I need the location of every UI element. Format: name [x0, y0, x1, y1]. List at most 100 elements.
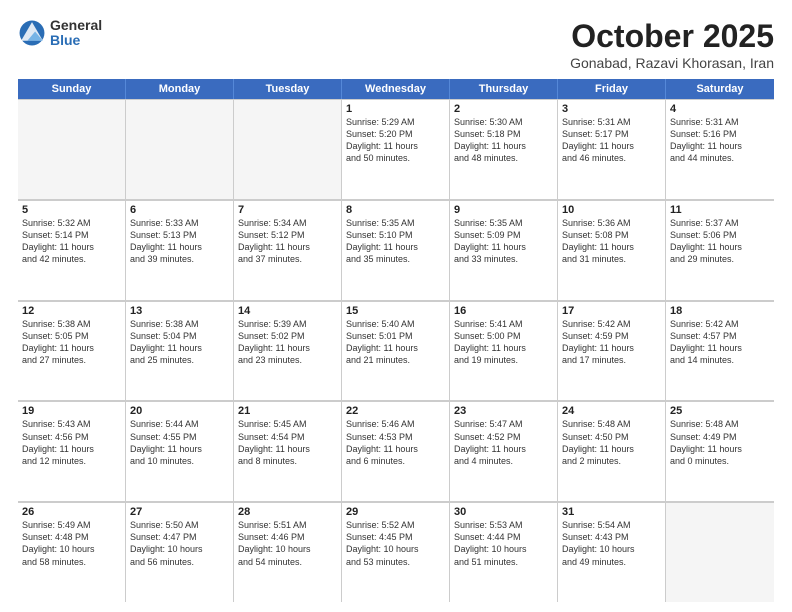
header-monday: Monday [126, 79, 234, 99]
calendar-cell [234, 99, 342, 199]
day-number: 5 [22, 204, 121, 216]
day-number: 10 [562, 204, 661, 216]
cell-content: Sunrise: 5:37 AM Sunset: 5:06 PM Dayligh… [670, 217, 770, 266]
day-number: 26 [22, 506, 121, 518]
cell-content: Sunrise: 5:36 AM Sunset: 5:08 PM Dayligh… [562, 217, 661, 266]
cell-content: Sunrise: 5:45 AM Sunset: 4:54 PM Dayligh… [238, 418, 337, 467]
header-friday: Friday [558, 79, 666, 99]
day-number: 3 [562, 103, 661, 115]
calendar-cell: 23Sunrise: 5:47 AM Sunset: 4:52 PM Dayli… [450, 401, 558, 501]
calendar-cell: 16Sunrise: 5:41 AM Sunset: 5:00 PM Dayli… [450, 301, 558, 401]
day-number: 2 [454, 103, 553, 115]
logo-icon [18, 19, 46, 47]
page: General Blue October 2025 Gonabad, Razav… [0, 0, 792, 612]
cell-content: Sunrise: 5:48 AM Sunset: 4:49 PM Dayligh… [670, 418, 770, 467]
cell-content: Sunrise: 5:38 AM Sunset: 5:04 PM Dayligh… [130, 318, 229, 367]
cell-content: Sunrise: 5:35 AM Sunset: 5:09 PM Dayligh… [454, 217, 553, 266]
calendar-cell: 17Sunrise: 5:42 AM Sunset: 4:59 PM Dayli… [558, 301, 666, 401]
day-number: 28 [238, 506, 337, 518]
day-number: 17 [562, 305, 661, 317]
calendar-cell: 2Sunrise: 5:30 AM Sunset: 5:18 PM Daylig… [450, 99, 558, 199]
calendar-cell: 20Sunrise: 5:44 AM Sunset: 4:55 PM Dayli… [126, 401, 234, 501]
calendar-cell: 6Sunrise: 5:33 AM Sunset: 5:13 PM Daylig… [126, 200, 234, 300]
calendar-row-4: 26Sunrise: 5:49 AM Sunset: 4:48 PM Dayli… [18, 502, 774, 602]
calendar-cell: 5Sunrise: 5:32 AM Sunset: 5:14 PM Daylig… [18, 200, 126, 300]
header-sunday: Sunday [18, 79, 126, 99]
cell-content: Sunrise: 5:52 AM Sunset: 4:45 PM Dayligh… [346, 519, 445, 568]
calendar-cell: 11Sunrise: 5:37 AM Sunset: 5:06 PM Dayli… [666, 200, 774, 300]
cell-content: Sunrise: 5:40 AM Sunset: 5:01 PM Dayligh… [346, 318, 445, 367]
calendar-cell: 4Sunrise: 5:31 AM Sunset: 5:16 PM Daylig… [666, 99, 774, 199]
calendar-cell: 18Sunrise: 5:42 AM Sunset: 4:57 PM Dayli… [666, 301, 774, 401]
calendar-cell: 19Sunrise: 5:43 AM Sunset: 4:56 PM Dayli… [18, 401, 126, 501]
location: Gonabad, Razavi Khorasan, Iran [570, 55, 774, 71]
cell-content: Sunrise: 5:35 AM Sunset: 5:10 PM Dayligh… [346, 217, 445, 266]
calendar-row-0: 1Sunrise: 5:29 AM Sunset: 5:20 PM Daylig… [18, 99, 774, 200]
cell-content: Sunrise: 5:38 AM Sunset: 5:05 PM Dayligh… [22, 318, 121, 367]
day-number: 14 [238, 305, 337, 317]
cell-content: Sunrise: 5:39 AM Sunset: 5:02 PM Dayligh… [238, 318, 337, 367]
cell-content: Sunrise: 5:34 AM Sunset: 5:12 PM Dayligh… [238, 217, 337, 266]
cell-content: Sunrise: 5:50 AM Sunset: 4:47 PM Dayligh… [130, 519, 229, 568]
cell-content: Sunrise: 5:29 AM Sunset: 5:20 PM Dayligh… [346, 116, 445, 165]
cell-content: Sunrise: 5:49 AM Sunset: 4:48 PM Dayligh… [22, 519, 121, 568]
calendar: Sunday Monday Tuesday Wednesday Thursday… [18, 79, 774, 602]
calendar-cell: 21Sunrise: 5:45 AM Sunset: 4:54 PM Dayli… [234, 401, 342, 501]
day-number: 6 [130, 204, 229, 216]
day-number: 12 [22, 305, 121, 317]
day-number: 27 [130, 506, 229, 518]
logo: General Blue [18, 18, 102, 49]
month-title: October 2025 [570, 18, 774, 55]
calendar-cell: 9Sunrise: 5:35 AM Sunset: 5:09 PM Daylig… [450, 200, 558, 300]
cell-content: Sunrise: 5:51 AM Sunset: 4:46 PM Dayligh… [238, 519, 337, 568]
cell-content: Sunrise: 5:33 AM Sunset: 5:13 PM Dayligh… [130, 217, 229, 266]
calendar-cell: 1Sunrise: 5:29 AM Sunset: 5:20 PM Daylig… [342, 99, 450, 199]
day-number: 23 [454, 405, 553, 417]
header-thursday: Thursday [450, 79, 558, 99]
calendar-cell: 26Sunrise: 5:49 AM Sunset: 4:48 PM Dayli… [18, 502, 126, 602]
cell-content: Sunrise: 5:31 AM Sunset: 5:16 PM Dayligh… [670, 116, 770, 165]
cell-content: Sunrise: 5:32 AM Sunset: 5:14 PM Dayligh… [22, 217, 121, 266]
header: General Blue October 2025 Gonabad, Razav… [18, 18, 774, 71]
calendar-cell [18, 99, 126, 199]
day-number: 8 [346, 204, 445, 216]
day-number: 15 [346, 305, 445, 317]
cell-content: Sunrise: 5:41 AM Sunset: 5:00 PM Dayligh… [454, 318, 553, 367]
day-number: 30 [454, 506, 553, 518]
cell-content: Sunrise: 5:47 AM Sunset: 4:52 PM Dayligh… [454, 418, 553, 467]
calendar-cell: 22Sunrise: 5:46 AM Sunset: 4:53 PM Dayli… [342, 401, 450, 501]
day-number: 24 [562, 405, 661, 417]
calendar-cell: 13Sunrise: 5:38 AM Sunset: 5:04 PM Dayli… [126, 301, 234, 401]
logo-general: General [50, 18, 102, 33]
cell-content: Sunrise: 5:31 AM Sunset: 5:17 PM Dayligh… [562, 116, 661, 165]
logo-blue: Blue [50, 33, 102, 48]
day-number: 22 [346, 405, 445, 417]
calendar-cell: 10Sunrise: 5:36 AM Sunset: 5:08 PM Dayli… [558, 200, 666, 300]
day-number: 19 [22, 405, 121, 417]
calendar-cell: 27Sunrise: 5:50 AM Sunset: 4:47 PM Dayli… [126, 502, 234, 602]
calendar-body: 1Sunrise: 5:29 AM Sunset: 5:20 PM Daylig… [18, 99, 774, 602]
calendar-cell: 7Sunrise: 5:34 AM Sunset: 5:12 PM Daylig… [234, 200, 342, 300]
cell-content: Sunrise: 5:54 AM Sunset: 4:43 PM Dayligh… [562, 519, 661, 568]
day-number: 25 [670, 405, 770, 417]
day-number: 16 [454, 305, 553, 317]
calendar-cell: 25Sunrise: 5:48 AM Sunset: 4:49 PM Dayli… [666, 401, 774, 501]
header-tuesday: Tuesday [234, 79, 342, 99]
title-section: October 2025 Gonabad, Razavi Khorasan, I… [570, 18, 774, 71]
day-number: 18 [670, 305, 770, 317]
calendar-header: Sunday Monday Tuesday Wednesday Thursday… [18, 79, 774, 99]
calendar-row-2: 12Sunrise: 5:38 AM Sunset: 5:05 PM Dayli… [18, 301, 774, 402]
calendar-cell: 8Sunrise: 5:35 AM Sunset: 5:10 PM Daylig… [342, 200, 450, 300]
day-number: 13 [130, 305, 229, 317]
header-saturday: Saturday [666, 79, 774, 99]
day-number: 11 [670, 204, 770, 216]
day-number: 9 [454, 204, 553, 216]
calendar-cell: 30Sunrise: 5:53 AM Sunset: 4:44 PM Dayli… [450, 502, 558, 602]
calendar-cell [666, 502, 774, 602]
day-number: 21 [238, 405, 337, 417]
header-wednesday: Wednesday [342, 79, 450, 99]
calendar-cell: 12Sunrise: 5:38 AM Sunset: 5:05 PM Dayli… [18, 301, 126, 401]
calendar-row-1: 5Sunrise: 5:32 AM Sunset: 5:14 PM Daylig… [18, 200, 774, 301]
calendar-cell: 3Sunrise: 5:31 AM Sunset: 5:17 PM Daylig… [558, 99, 666, 199]
day-number: 7 [238, 204, 337, 216]
